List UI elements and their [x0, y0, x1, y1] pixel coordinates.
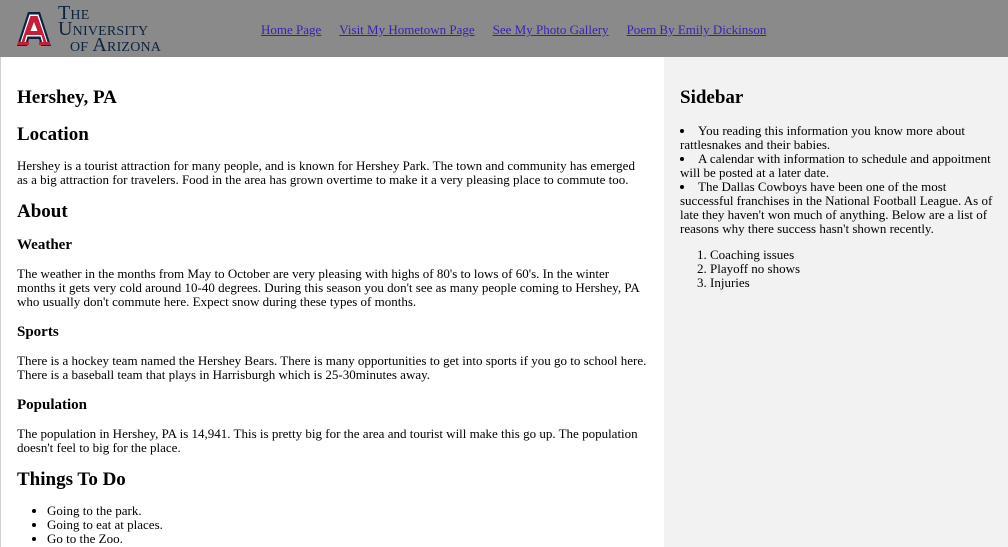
sidebar: Sidebar You reading this information you… [664, 57, 1008, 547]
population-text: The population in Hershey, PA is 14,941.… [17, 426, 638, 455]
reasons-list: Coaching issues Playoff no shows Injurie… [680, 248, 998, 290]
list-item: Playoff no shows [710, 262, 998, 276]
weather-text: The weather in the months from May to Oc… [17, 266, 640, 309]
site-header: The University of Arizona Home Page Visi… [0, 0, 1008, 57]
list-item: Go to the Zoo. [47, 532, 649, 546]
sidebar-bullet-list: You reading this information you know mo… [680, 124, 998, 236]
logo-line-1: The University [58, 2, 149, 40]
things-to-do-heading: Things To Do [17, 469, 126, 490]
nav-link-hometown[interactable]: Visit My Hometown Page [339, 22, 474, 38]
population-heading: Population [17, 397, 88, 413]
nav-link-poem[interactable]: Poem By Emily Dickinson [627, 22, 767, 38]
nav-link-photo-gallery[interactable]: See My Photo Gallery [493, 22, 609, 38]
weather-heading: Weather [17, 237, 72, 253]
list-item: Going to eat at places. [47, 518, 649, 532]
things-to-do-list: Going to the park. Going to eat at place… [17, 504, 649, 546]
sidebar-heading: Sidebar [680, 87, 744, 108]
university-name: The University of Arizona [58, 2, 178, 56]
location-text: Hershey is a tourist attraction for many… [17, 158, 635, 187]
block-a-logo-icon [16, 11, 52, 47]
list-item: The Dallas Cowboys have been one of the … [680, 180, 998, 236]
sports-text: There is a hockey team named the Hershey… [17, 353, 647, 382]
list-item: Going to the park. [47, 504, 649, 518]
nav-link-home[interactable]: Home Page [261, 22, 321, 38]
about-heading: About [17, 201, 68, 222]
list-item: You reading this information you know mo… [680, 124, 998, 152]
sports-heading: Sports [17, 324, 59, 340]
top-nav: Home Page Visit My Hometown Page See My … [261, 22, 766, 38]
list-item: A calendar with information to schedule … [680, 152, 998, 180]
location-heading: Location [17, 124, 89, 145]
main-content: Hershey, PA Location Hershey is a touris… [0, 57, 664, 547]
logo-line-2: of Arizona [70, 34, 162, 56]
university-logo[interactable]: The University of Arizona [16, 3, 178, 55]
list-item: Injuries [710, 276, 998, 290]
page-title: Hershey, PA [17, 87, 117, 108]
list-item: Coaching issues [710, 248, 998, 262]
